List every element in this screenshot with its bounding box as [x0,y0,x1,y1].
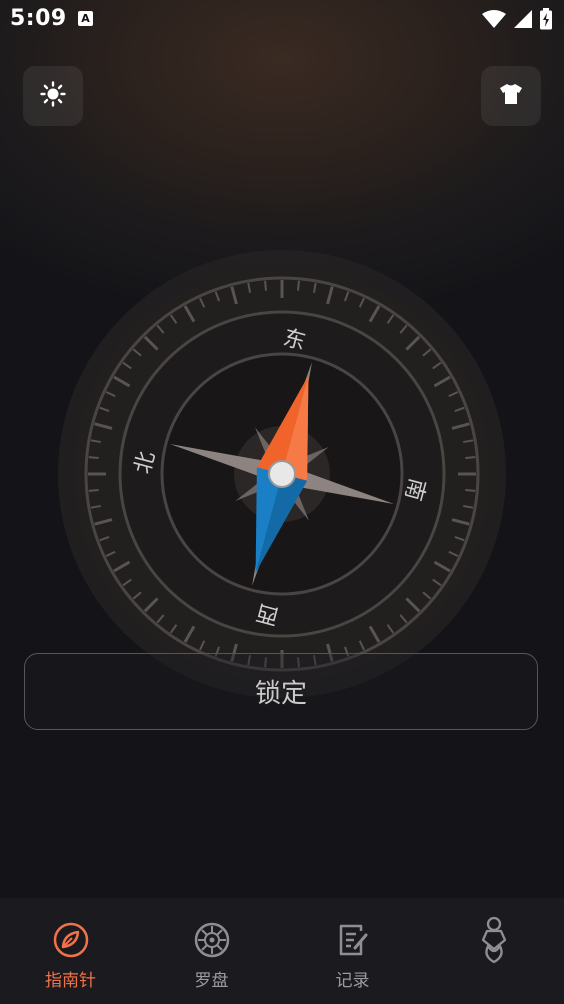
bottom-nav: 指南针 罗盘 记录 [0,898,564,1004]
nav-item-profile[interactable] [423,898,564,1004]
compass-tick [465,456,476,459]
status-bar: 5:09 A [0,0,564,40]
character-icon [474,916,514,964]
compass-tick [465,489,476,492]
skin-button[interactable] [481,66,541,126]
compass-tick [88,489,99,492]
brightness-icon [40,81,66,111]
lock-button[interactable]: 锁定 [24,653,538,730]
compass-wheel-icon [192,920,232,960]
wifi-icon [482,9,506,33]
note-edit-icon [333,920,373,960]
nav-item-records[interactable]: 记录 [282,898,423,1004]
lock-button-label: 锁定 [254,679,307,709]
status-icons [482,8,552,34]
brightness-button[interactable] [23,66,83,126]
nav-item-compass[interactable]: 指南针 [0,898,141,1004]
nav-label-luopan: 罗盘 [194,971,229,991]
compass-leaf-icon [51,920,91,960]
compass-dial: 东 南 西 北 [56,248,508,700]
tshirt-icon [499,83,523,109]
nav-label-records: 记录 [335,971,370,991]
nav-item-luopan[interactable]: 罗盘 [141,898,282,1004]
battery-icon [540,8,552,34]
compass-tick [264,280,267,291]
signal-icon [514,9,532,33]
status-time: 5:09 [10,6,67,31]
compass-tick [297,280,300,291]
nav-label-compass: 指南针 [45,971,96,991]
compass-tick [88,456,99,459]
notification-badge: A [78,11,93,26]
